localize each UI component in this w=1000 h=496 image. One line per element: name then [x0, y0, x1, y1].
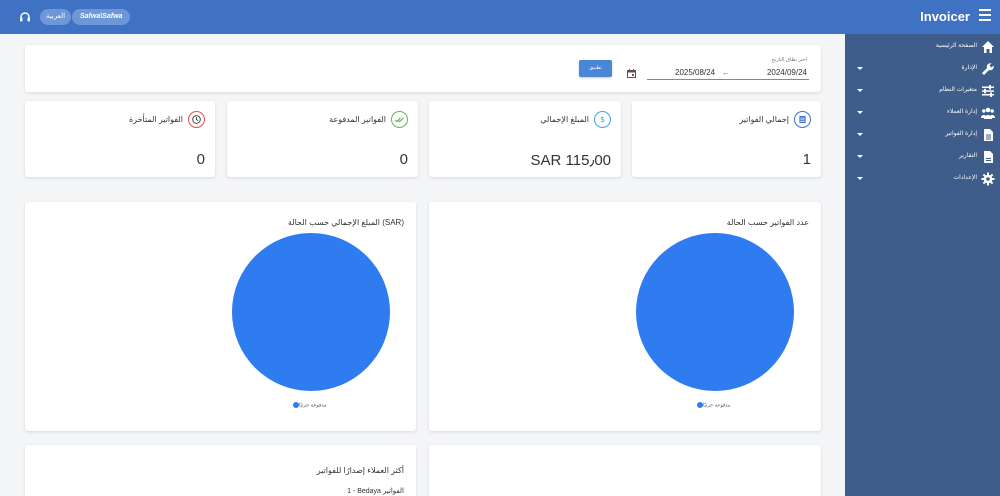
user-button[interactable]: Safwa\Safwa — [72, 9, 131, 25]
chevron-down-icon — [857, 111, 863, 114]
svg-text:$: $ — [600, 115, 605, 124]
headset-icon[interactable] — [19, 11, 31, 23]
menu-icon[interactable] — [979, 9, 991, 23]
chart-title: المبلغ الإجمالي حسب الحالة (SAR) — [287, 218, 404, 227]
language-button[interactable]: العربية — [40, 9, 72, 25]
home-icon — [982, 41, 994, 53]
chevron-down-icon — [857, 89, 863, 92]
calendar-icon[interactable] — [627, 69, 636, 78]
chart-card-amount-by-status: المبلغ الإجمالي حسب الحالة (SAR) مدفوعة … — [25, 202, 416, 431]
list-icon — [794, 111, 811, 128]
sidebar-item-system-variables[interactable]: متغيرات النظام — [845, 80, 1000, 102]
clock-icon — [188, 111, 205, 128]
stat-value: 0 — [399, 151, 408, 168]
stat-card-paid-invoices: الفواتير المدفوعة 0 — [227, 101, 418, 177]
chart-legend[interactable]: مدفوعة جزئيًا — [291, 402, 327, 408]
stat-title: الفواتير المدفوعة — [329, 115, 386, 124]
stat-card-total-invoices: إجمالي الفواتير 1 — [632, 101, 821, 177]
stat-card-total-amount: $ المبلغ الإجمالي SAR 115٫00 — [429, 101, 621, 177]
legend-label: مدفوعة جزئيًا — [703, 402, 731, 409]
report-icon — [984, 151, 993, 163]
chart-card-count-by-status: عدد الفواتير حسب الحالة مدفوعة جزئيًا — [429, 202, 821, 431]
document-icon — [984, 129, 993, 141]
wrench-icon — [982, 63, 994, 75]
top-clients-title: أكثر العملاء إصدارًا للفواتير — [316, 466, 404, 475]
date-input-underline — [647, 79, 809, 80]
sidebar-item-clients[interactable]: إدارة العملاء — [845, 102, 1000, 124]
date-range-label: اختر نطاق التاريخ — [771, 57, 807, 63]
pie-chart-amount — [232, 233, 390, 391]
sidebar-item-label: إدارة العملاء — [947, 109, 977, 115]
chevron-down-icon — [857, 67, 863, 70]
chevron-down-icon — [857, 177, 863, 180]
date-filter-card: اختر نطاق التاريخ 2024/09/24 ← 2025/08/2… — [25, 45, 821, 92]
stat-title: الفواتير المتأخرة — [128, 115, 183, 124]
legend-label: مدفوعة جزئيًا — [299, 402, 327, 409]
date-range-start[interactable]: 2025/08/24 — [675, 68, 715, 77]
bottom-card-empty — [429, 445, 821, 496]
sidebar-item-home[interactable]: الصفحة الرئيسية — [845, 36, 1000, 58]
stat-title: المبلغ الإجمالي — [540, 115, 589, 124]
chevron-down-icon — [857, 155, 863, 158]
date-range-end[interactable]: 2024/09/24 — [767, 68, 807, 77]
sidebar-item-settings[interactable]: الإعدادات — [845, 168, 1000, 190]
chart-legend[interactable]: مدفوعة جزئيًا — [695, 402, 731, 408]
pie-chart-count — [636, 233, 794, 391]
sidebar-item-label: الإدارة — [961, 65, 977, 71]
chart-title: عدد الفواتير حسب الحالة — [726, 218, 809, 227]
sliders-icon — [982, 85, 994, 97]
pie-slice-partially-paid[interactable] — [636, 233, 794, 391]
users-icon — [981, 107, 995, 119]
gear-icon — [981, 172, 995, 186]
sidebar-item-label: إدارة الفواتير — [945, 131, 977, 137]
sidebar-item-label: الإعدادات — [953, 175, 977, 181]
apply-button[interactable]: تطبيق — [579, 60, 612, 77]
pie-slice-partially-paid[interactable] — [232, 233, 390, 391]
stat-title: إجمالي الفواتير — [739, 115, 789, 124]
sidebar-item-label: متغيرات النظام — [939, 87, 977, 93]
sidebar-item-invoices[interactable]: إدارة الفواتير — [845, 124, 1000, 146]
stat-value: 1 — [802, 151, 811, 168]
sidebar-item-label: الصفحة الرئيسية — [935, 43, 977, 49]
sidebar-item-admin[interactable]: الإدارة — [845, 58, 1000, 80]
stat-value: SAR 115٫00 — [530, 152, 612, 169]
list-item: 1 - Bedaya الفواتير — [347, 488, 404, 495]
app-brand: Invoicer — [920, 9, 970, 24]
chevron-down-icon — [857, 133, 863, 136]
arrow-left-icon: ← — [722, 68, 730, 77]
stat-value: 0 — [196, 151, 205, 168]
stat-card-overdue-invoices: الفواتير المتأخرة 0 — [25, 101, 215, 177]
sidebar-item-label: التقارير — [958, 153, 977, 159]
double-check-icon — [391, 111, 408, 128]
dollar-icon: $ — [594, 111, 611, 128]
sidebar-item-reports[interactable]: التقارير — [845, 146, 1000, 168]
sidebar: الصفحة الرئيسية الإدارة متغيرات النظام إ… — [845, 34, 1000, 496]
top-bar: العربية Safwa\Safwa Invoicer — [0, 0, 1000, 34]
top-clients-card: أكثر العملاء إصدارًا للفواتير 1 - Bedaya… — [25, 445, 416, 496]
